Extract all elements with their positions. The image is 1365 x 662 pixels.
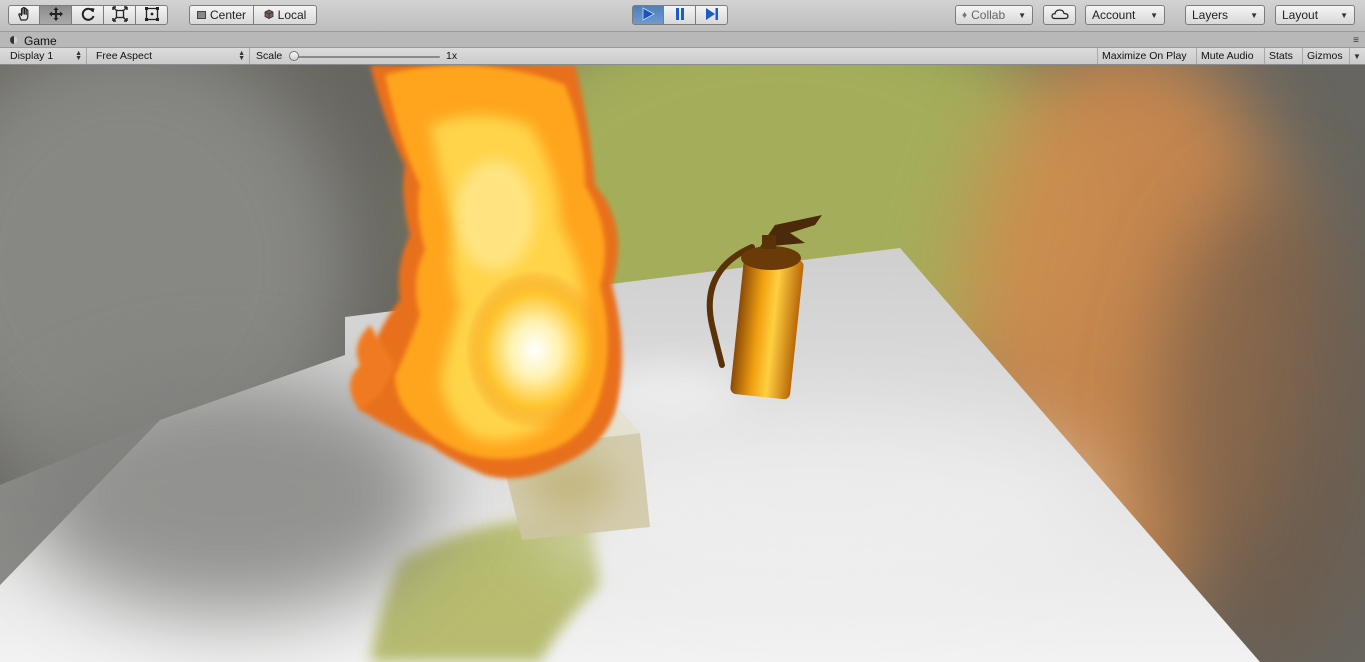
rect-transform-icon bbox=[143, 5, 161, 26]
pivot-local-label: Local bbox=[277, 8, 307, 22]
pivot-local-button[interactable]: Local bbox=[254, 5, 317, 25]
game-view-controls: Display 1 ▲ ▼ Free Aspect ▲ ▼ Scale 1x Max… bbox=[0, 48, 1365, 65]
layout-label: Layout bbox=[1282, 8, 1319, 22]
extinguisher-top bbox=[741, 246, 801, 270]
chevron-down-icon: ▼ bbox=[1018, 10, 1026, 20]
pause-button[interactable] bbox=[664, 5, 696, 25]
scale-tool-button[interactable] bbox=[104, 5, 136, 25]
mute-audio-label: Mute Audio bbox=[1201, 50, 1254, 62]
pivot-center-label: Center bbox=[209, 8, 247, 22]
chevron-down-icon: ▼ bbox=[1250, 10, 1258, 20]
aspect-select-label: Free Aspect bbox=[96, 50, 153, 62]
layout-group: Layout ▼ bbox=[1275, 5, 1355, 25]
account-dropdown[interactable]: Account ▼ bbox=[1085, 5, 1165, 25]
chevron-down-icon: ▼ bbox=[1150, 10, 1158, 20]
collab-group: ♦ Collab ▼ bbox=[955, 5, 1033, 25]
move-arrows-icon bbox=[47, 5, 65, 26]
hand-icon bbox=[15, 5, 33, 26]
layers-label: Layers bbox=[1192, 8, 1229, 22]
stats-toggle[interactable]: Stats bbox=[1265, 48, 1303, 64]
maximize-on-play-toggle[interactable]: Maximize On Play bbox=[1097, 48, 1197, 64]
step-icon bbox=[704, 6, 720, 25]
cloud-icon bbox=[1050, 8, 1069, 23]
gizmos-label: Gizmos bbox=[1307, 50, 1343, 62]
local-cube-icon bbox=[264, 8, 274, 22]
gizmos-dropdown[interactable]: ▼ bbox=[1350, 48, 1365, 64]
account-label: Account bbox=[1092, 8, 1136, 22]
layout-dropdown[interactable]: Layout ▼ bbox=[1275, 5, 1355, 25]
play-button[interactable] bbox=[632, 5, 664, 25]
extinguisher-valve bbox=[762, 235, 776, 249]
tab-options-menu-icon[interactable]: ≡ bbox=[1353, 35, 1359, 46]
game-scene bbox=[0, 65, 1365, 662]
maximize-on-play-label: Maximize On Play bbox=[1102, 50, 1187, 62]
tab-game[interactable]: Game bbox=[4, 33, 63, 48]
display-select-label: Display 1 bbox=[10, 50, 54, 62]
updown-arrows-icon: ▲ ▼ bbox=[75, 50, 82, 62]
scale-icon bbox=[111, 5, 129, 26]
move-tool-button[interactable] bbox=[40, 5, 72, 25]
stats-label: Stats bbox=[1269, 50, 1293, 62]
pivot-center-button[interactable]: Center bbox=[189, 5, 254, 25]
display-select[interactable]: Display 1 ▲ ▼ bbox=[0, 48, 87, 64]
step-button[interactable] bbox=[696, 5, 728, 25]
pivot-center-icon bbox=[196, 11, 206, 19]
scale-value: 1x bbox=[442, 48, 482, 64]
collab-label: Collab bbox=[971, 8, 1006, 22]
account-group: Account ▼ bbox=[1085, 5, 1165, 25]
tab-game-label: Game bbox=[24, 33, 57, 48]
chevron-down-icon: ▼ bbox=[1353, 51, 1361, 61]
fire-upper-glow bbox=[455, 160, 535, 270]
pivot-toggle-group: Center Local bbox=[189, 5, 317, 25]
chevron-down-icon: ▼ bbox=[1340, 10, 1348, 20]
game-tab-bar: Game ≡ bbox=[0, 32, 1365, 48]
scale-slider-track[interactable] bbox=[292, 56, 440, 58]
layers-group: Layers ▼ bbox=[1185, 5, 1265, 25]
gizmos-toggle[interactable]: Gizmos bbox=[1303, 48, 1350, 64]
cloud-group bbox=[1043, 5, 1076, 25]
scale-slider-thumb[interactable] bbox=[289, 51, 299, 61]
rotate-tool-button[interactable] bbox=[72, 5, 104, 25]
fire-core bbox=[465, 270, 605, 430]
main-toolbar: Center Local ♦ Collab ▼ Account ▼ Layers… bbox=[0, 0, 1365, 32]
cloud-services-button[interactable] bbox=[1043, 5, 1076, 25]
game-viewport[interactable] bbox=[0, 65, 1365, 662]
play-icon bbox=[640, 6, 656, 25]
aspect-select[interactable]: Free Aspect ▲ ▼ bbox=[87, 48, 250, 64]
rotate-icon bbox=[79, 5, 97, 26]
pause-icon bbox=[672, 6, 688, 25]
mute-audio-toggle[interactable]: Mute Audio bbox=[1197, 48, 1265, 64]
collab-dropdown[interactable]: ♦ Collab ▼ bbox=[955, 5, 1033, 25]
rect-tool-button[interactable] bbox=[136, 5, 168, 25]
play-controls-group bbox=[632, 5, 728, 25]
updown-arrows-icon: ▲ ▼ bbox=[238, 50, 245, 62]
game-controller-icon bbox=[9, 34, 19, 48]
scale-label: Scale bbox=[256, 50, 283, 62]
scale-value-label: 1x bbox=[446, 50, 458, 62]
collab-content: ♦ Collab bbox=[962, 8, 1005, 22]
hand-tool-button[interactable] bbox=[8, 5, 40, 25]
collab-diamond-icon: ♦ bbox=[962, 9, 968, 21]
transform-tools-group bbox=[8, 5, 168, 25]
layers-dropdown[interactable]: Layers ▼ bbox=[1185, 5, 1265, 25]
